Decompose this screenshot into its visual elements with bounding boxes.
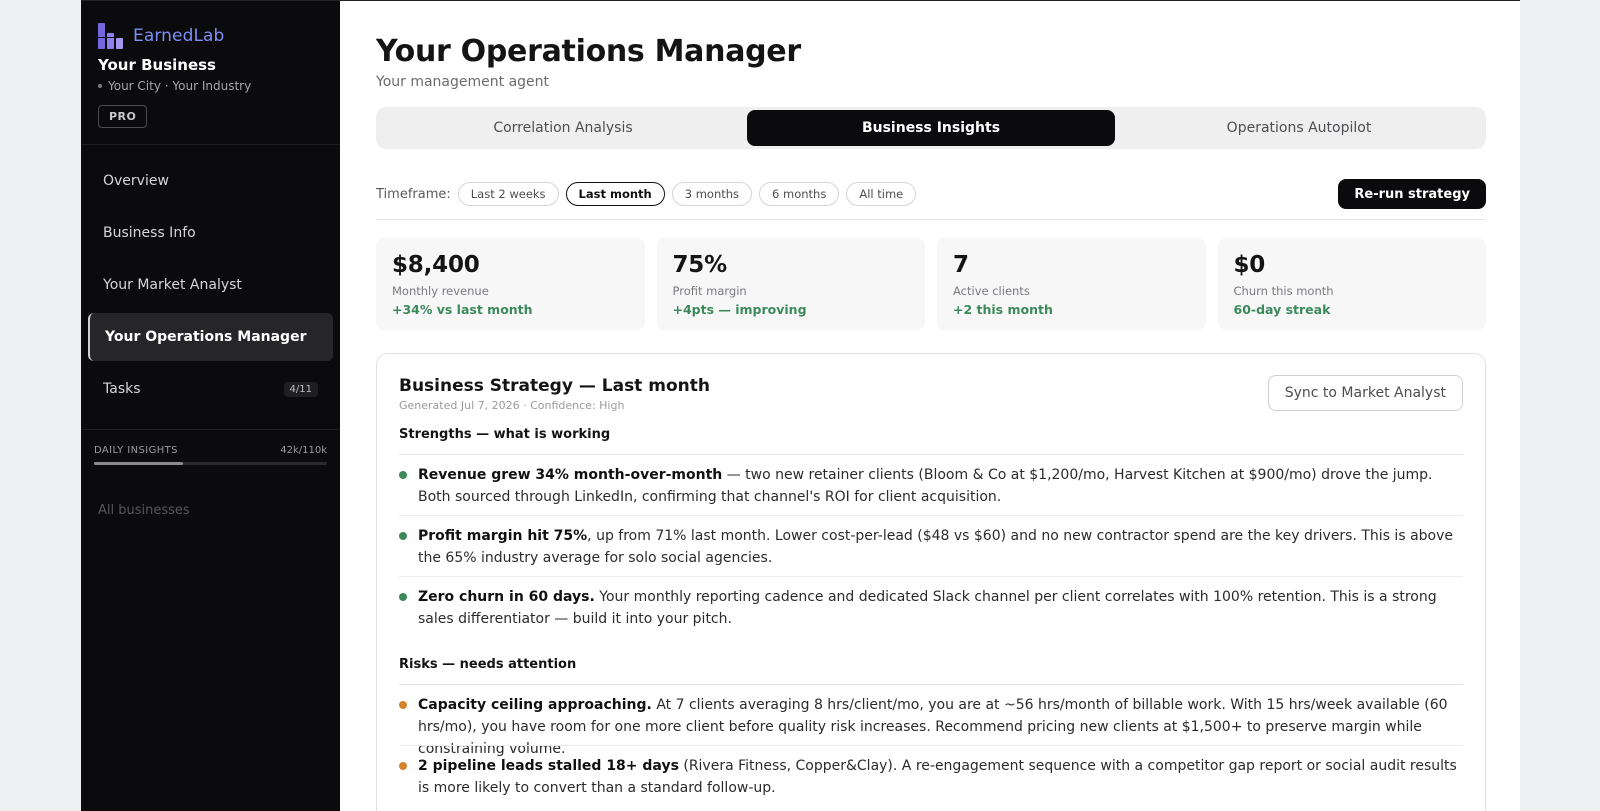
brand[interactable]: EarnedLab xyxy=(98,23,224,49)
item-headline: Capacity ceiling approaching. xyxy=(418,697,652,713)
tasks-count-badge: 4/11 xyxy=(283,381,318,397)
tab-operations-autopilot[interactable]: Operations Autopilot xyxy=(1115,110,1483,146)
sidebar-divider xyxy=(81,429,340,430)
sidebar-item-label: Your Operations Manager xyxy=(105,329,307,345)
sidebar-item-label: Your Market Analyst xyxy=(103,277,242,293)
timeframe-chip-2-weeks[interactable]: Last 2 weeks xyxy=(457,182,559,206)
tab-bar: Correlation Analysis Business Insights O… xyxy=(376,107,1486,149)
page-subtitle: Your management agent xyxy=(376,74,550,90)
sidebar-item-business-info[interactable]: Business Info xyxy=(88,209,333,257)
timeframe-chip-3-months[interactable]: 3 months xyxy=(671,182,753,206)
section-divider xyxy=(376,219,1486,220)
item-headline: 2 pipeline leads stalled 18+ days xyxy=(418,758,679,774)
stat-card-churn: $0 Churn this month 60-day streak xyxy=(1217,238,1486,330)
item-divider xyxy=(399,745,1463,746)
sidebar-nav: Overview Business Info Your Market Analy… xyxy=(88,157,333,417)
stat-value: $8,400 xyxy=(392,252,480,278)
stat-label: Profit margin xyxy=(672,284,747,298)
sidebar-divider xyxy=(81,144,340,145)
plan-badge: PRO xyxy=(98,105,148,128)
tab-business-insights[interactable]: Business Insights xyxy=(747,110,1115,146)
item-headline: Profit margin hit 75% xyxy=(418,528,588,544)
tab-correlation-analysis[interactable]: Correlation Analysis xyxy=(379,110,747,146)
daily-insights-progress-fill xyxy=(94,462,183,465)
logo-icon xyxy=(98,23,124,49)
strength-item: Zero churn in 60 days. Your monthly repo… xyxy=(399,586,1463,630)
page-title: Your Operations Manager xyxy=(376,34,801,69)
sidebar-item-label: Tasks xyxy=(103,381,141,397)
section-rule xyxy=(399,454,1463,455)
daily-insights-count: 42k/110k xyxy=(280,445,327,456)
stat-label: Active clients xyxy=(953,284,1030,298)
strategy-meta: Generated Jul 7, 2026 · Confidence: High xyxy=(399,399,625,412)
business-name: Your Business xyxy=(98,56,216,74)
strength-item: Revenue grew 34% month-over-month — two … xyxy=(399,464,1463,508)
strategy-title: Business Strategy — Last month xyxy=(399,376,710,396)
bullet-icon xyxy=(399,762,407,770)
main-content: Your Operations Manager Your management … xyxy=(340,1,1520,811)
sidebar-item-market-analyst[interactable]: Your Market Analyst xyxy=(88,261,333,309)
risks-heading: Risks — needs attention xyxy=(399,657,577,672)
section-rule xyxy=(399,684,1463,685)
sidebar-item-label: Business Info xyxy=(103,225,196,241)
stats-row: $8,400 Monthly revenue +34% vs last mont… xyxy=(376,238,1486,330)
app-window: EarnedLab Your Business Your City · Your… xyxy=(81,0,1520,811)
stat-card-profit-margin: 75% Profit margin +4pts — improving xyxy=(656,238,925,330)
item-divider xyxy=(399,576,1463,577)
timeframe-chip-6-months[interactable]: 6 months xyxy=(759,182,840,206)
timeframe-chip-last-month[interactable]: Last month xyxy=(565,182,665,206)
stat-card-revenue: $8,400 Monthly revenue +34% vs last mont… xyxy=(376,238,645,330)
risk-item: 2 pipeline leads stalled 18+ days (River… xyxy=(399,755,1463,799)
strengths-heading: Strengths — what is working xyxy=(399,427,611,442)
stat-value: 75% xyxy=(672,252,728,278)
bullet-icon xyxy=(399,532,407,540)
bullet-icon xyxy=(399,593,407,601)
rerun-strategy-button[interactable]: Re-run strategy xyxy=(1338,179,1486,209)
bullet-icon xyxy=(399,701,407,709)
stat-delta: +2 this month xyxy=(953,302,1053,317)
stat-label: Monthly revenue xyxy=(392,284,489,298)
stat-card-active-clients: 7 Active clients +2 this month xyxy=(937,238,1206,330)
all-businesses-link[interactable]: All businesses xyxy=(98,503,190,518)
sidebar: EarnedLab Your Business Your City · Your… xyxy=(81,1,340,811)
stat-value: 7 xyxy=(953,252,969,278)
strategy-card: Business Strategy — Last month Generated… xyxy=(376,353,1486,811)
stat-value: $0 xyxy=(1233,252,1266,278)
timeframe-label: Timeframe: xyxy=(376,186,451,202)
item-headline: Zero churn in 60 days. xyxy=(418,589,595,605)
sidebar-item-operations-manager[interactable]: Your Operations Manager xyxy=(88,313,333,361)
sidebar-item-tasks[interactable]: Tasks 4/11 xyxy=(88,365,333,413)
item-divider xyxy=(399,515,1463,516)
sidebar-item-overview[interactable]: Overview xyxy=(88,157,333,205)
dot-icon xyxy=(98,84,102,88)
stat-delta: +34% vs last month xyxy=(392,302,533,317)
timeframe-chip-all-time[interactable]: All time xyxy=(846,182,917,206)
bullet-icon xyxy=(399,471,407,479)
strength-item: Profit margin hit 75%, up from 71% last … xyxy=(399,525,1463,569)
stat-label: Churn this month xyxy=(1233,284,1334,298)
sidebar-item-label: Overview xyxy=(103,173,169,189)
business-location-text: Your City · Your Industry xyxy=(108,79,252,93)
daily-insights-label: DAILY INSIGHTS xyxy=(94,445,178,456)
stat-delta: 60-day streak xyxy=(1233,302,1331,317)
sync-market-analyst-button[interactable]: Sync to Market Analyst xyxy=(1267,375,1463,411)
timeframe-row: Timeframe: Last 2 weeks Last month 3 mon… xyxy=(376,179,1486,209)
item-headline: Revenue grew 34% month-over-month xyxy=(418,467,723,483)
business-location: Your City · Your Industry xyxy=(98,79,251,93)
stat-delta: +4pts — improving xyxy=(672,302,807,317)
brand-name: EarnedLab xyxy=(133,26,225,46)
daily-insights-progress xyxy=(94,462,327,465)
risk-item: Capacity ceiling approaching. At 7 clien… xyxy=(399,694,1463,760)
